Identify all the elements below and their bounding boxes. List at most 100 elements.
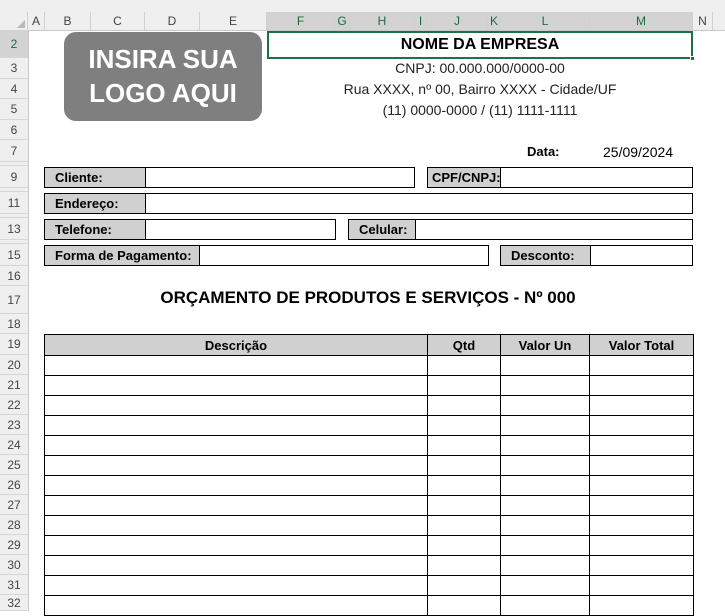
cell-descricao[interactable] — [44, 555, 428, 576]
header-valor-un[interactable]: Valor Un — [500, 334, 590, 356]
cpf-cnpj-field[interactable] — [500, 167, 693, 188]
cell-valor-total[interactable] — [589, 515, 694, 536]
header-qtd[interactable]: Qtd — [427, 334, 501, 356]
forma-pagamento-field[interactable] — [199, 245, 489, 266]
row-header[interactable]: 4 — [0, 79, 28, 99]
column-header-G[interactable]: G — [335, 12, 350, 30]
row-header[interactable]: 11 — [0, 192, 28, 214]
cell-valor-total[interactable] — [589, 355, 694, 376]
row-header[interactable]: 17 — [0, 286, 28, 314]
row-header[interactable]: 26 — [0, 475, 28, 495]
header-descricao[interactable]: Descrição — [44, 334, 428, 356]
row-header[interactable]: 32 — [0, 595, 28, 611]
cell-valor-un[interactable] — [500, 415, 590, 436]
cell-valor-total[interactable] — [589, 535, 694, 556]
cell-qtd[interactable] — [427, 495, 501, 516]
cell-valor-un[interactable] — [500, 395, 590, 416]
row-header[interactable]: 13 — [0, 218, 28, 240]
row-header[interactable]: 19 — [0, 334, 28, 355]
cell-descricao[interactable] — [44, 375, 428, 396]
cell-qtd[interactable] — [427, 455, 501, 476]
cell-qtd[interactable] — [427, 595, 501, 616]
cell-valor-un[interactable] — [500, 475, 590, 496]
cliente-field[interactable] — [145, 167, 415, 188]
column-header-D[interactable]: D — [145, 12, 200, 30]
row-header[interactable]: 2 — [0, 30, 28, 58]
cell-descricao[interactable] — [44, 395, 428, 416]
cell-valor-total[interactable] — [589, 435, 694, 456]
cell-descricao[interactable] — [44, 495, 428, 516]
cell-valor-total[interactable] — [589, 575, 694, 596]
cell-descricao[interactable] — [44, 475, 428, 496]
cell-valor-un[interactable] — [500, 435, 590, 456]
cell-qtd[interactable] — [427, 535, 501, 556]
celular-field[interactable] — [415, 219, 693, 240]
row-header[interactable]: 28 — [0, 515, 28, 535]
select-all-button[interactable] — [0, 12, 28, 30]
column-header-J[interactable]: J — [427, 12, 488, 30]
row-header[interactable]: 20 — [0, 355, 28, 375]
row-header[interactable]: 3 — [0, 58, 28, 79]
row-header[interactable]: 6 — [0, 120, 28, 140]
cell-valor-un[interactable] — [500, 535, 590, 556]
row-header[interactable]: 27 — [0, 495, 28, 515]
row-header[interactable]: 23 — [0, 415, 28, 435]
endereco-field[interactable] — [145, 193, 693, 214]
company-name-cell[interactable]: NOME DA EMPRESA — [267, 31, 693, 59]
cell-valor-un[interactable] — [500, 455, 590, 476]
date-value[interactable]: 25/09/2024 — [603, 144, 673, 160]
cell-qtd[interactable] — [427, 375, 501, 396]
cell-qtd[interactable] — [427, 435, 501, 456]
telefone-field[interactable] — [145, 219, 336, 240]
cell-descricao[interactable] — [44, 535, 428, 556]
cell-qtd[interactable] — [427, 395, 501, 416]
cell-descricao[interactable] — [44, 515, 428, 536]
row-header[interactable]: 7 — [0, 140, 28, 162]
row-header[interactable]: 18 — [0, 314, 28, 334]
cell-descricao[interactable] — [44, 355, 428, 376]
cell-qtd[interactable] — [427, 355, 501, 376]
column-header-K[interactable]: K — [488, 12, 501, 30]
column-header-N[interactable]: N — [693, 12, 713, 30]
row-header[interactable]: 5 — [0, 99, 28, 120]
cell-qtd[interactable] — [427, 475, 501, 496]
column-header-E[interactable]: E — [200, 12, 267, 30]
cell-qtd[interactable] — [427, 555, 501, 576]
cell-descricao[interactable] — [44, 415, 428, 436]
column-header-H[interactable]: H — [350, 12, 415, 30]
column-header-C[interactable]: C — [91, 12, 145, 30]
cell-valor-total[interactable] — [589, 595, 694, 616]
cell-valor-total[interactable] — [589, 495, 694, 516]
cell-valor-total[interactable] — [589, 475, 694, 496]
cell-valor-un[interactable] — [500, 355, 590, 376]
cell-qtd[interactable] — [427, 575, 501, 596]
row-header[interactable]: 16 — [0, 266, 28, 286]
column-header-F[interactable]: F — [267, 12, 335, 30]
cell-descricao[interactable] — [44, 455, 428, 476]
cell-valor-total[interactable] — [589, 395, 694, 416]
cell-descricao[interactable] — [44, 575, 428, 596]
cell-valor-total[interactable] — [589, 375, 694, 396]
row-header[interactable]: 22 — [0, 395, 28, 415]
cell-valor-total[interactable] — [589, 415, 694, 436]
desconto-field[interactable] — [590, 245, 693, 266]
column-header-M[interactable]: M — [590, 12, 693, 30]
row-header[interactable]: 21 — [0, 375, 28, 395]
cell-valor-un[interactable] — [500, 375, 590, 396]
cell-valor-total[interactable] — [589, 555, 694, 576]
row-header[interactable]: 24 — [0, 435, 28, 455]
cell-valor-un[interactable] — [500, 515, 590, 536]
cell-valor-un[interactable] — [500, 555, 590, 576]
row-header[interactable]: 9 — [0, 166, 28, 188]
row-header[interactable]: 29 — [0, 535, 28, 555]
header-valor-total[interactable]: Valor Total — [589, 334, 694, 356]
cell-qtd[interactable] — [427, 515, 501, 536]
cell-valor-total[interactable] — [589, 455, 694, 476]
cell-descricao[interactable] — [44, 595, 428, 616]
cell-valor-un[interactable] — [500, 495, 590, 516]
cell-valor-un[interactable] — [500, 595, 590, 616]
logo-placeholder[interactable]: INSIRA SUA LOGO AQUI — [64, 32, 262, 121]
row-header[interactable]: 15 — [0, 244, 28, 266]
row-header[interactable]: 25 — [0, 455, 28, 475]
cell-descricao[interactable] — [44, 435, 428, 456]
